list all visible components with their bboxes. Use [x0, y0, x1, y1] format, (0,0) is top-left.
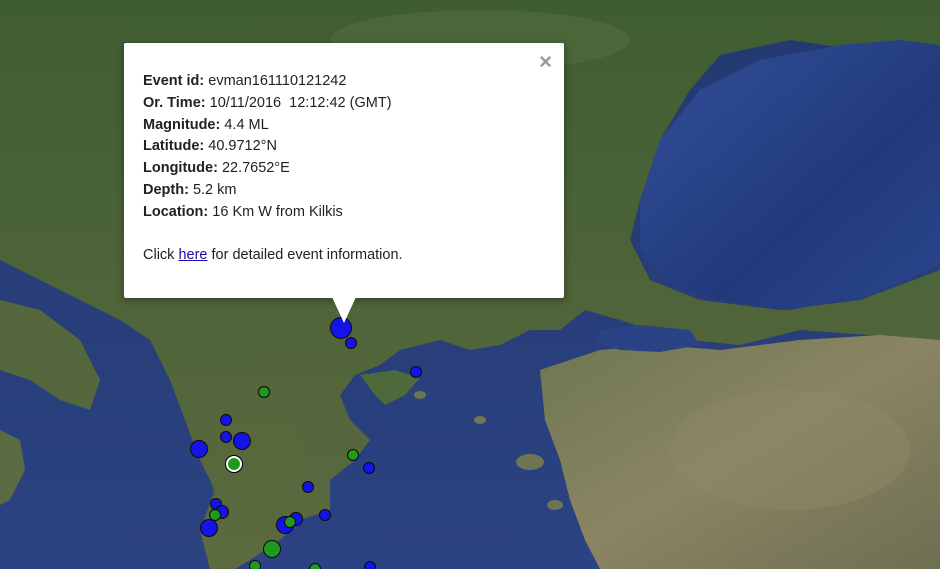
- location-row: Location: 16 Km W from Kilkis: [143, 202, 546, 224]
- earthquake-marker[interactable]: [263, 540, 281, 558]
- earthquake-marker[interactable]: [363, 462, 375, 474]
- depth-value: 5.2 km: [192, 181, 237, 198]
- origin-time-label: Or. Time:: [143, 94, 206, 111]
- latitude-value: 40.9712°N: [208, 138, 277, 155]
- location-label: Location:: [143, 203, 209, 220]
- earthquake-marker[interactable]: [410, 366, 422, 378]
- origin-time-row: Or. Time: 10/11/2016 12:12:42 (GMT): [143, 93, 546, 115]
- earthquake-marker[interactable]: [284, 516, 296, 528]
- longitude-value: 22.7652°E: [221, 160, 290, 177]
- event-id-row: Event id: evman161110121242: [143, 71, 546, 93]
- info-window-pointer: [332, 297, 356, 323]
- depth-label: Depth:: [143, 181, 189, 198]
- footer-prefix: Click: [143, 247, 179, 264]
- depth-row: Depth: 5.2 km: [143, 180, 546, 202]
- map-canvas[interactable]: × Event id: evman161110121242 Or. Time: …: [0, 0, 940, 569]
- island: [516, 454, 544, 470]
- footer-suffix: for detailed event information.: [207, 247, 403, 264]
- details-link[interactable]: here: [178, 247, 207, 263]
- details-footer: Click here for detailed event informatio…: [143, 245, 546, 267]
- event-info-window: × Event id: evman161110121242 Or. Time: …: [124, 43, 564, 323]
- earthquake-marker[interactable]: [190, 440, 208, 458]
- earthquake-marker[interactable]: [220, 414, 232, 426]
- close-icon[interactable]: ×: [539, 51, 552, 73]
- origin-time-value: 10/11/2016 12:12:42 (GMT): [209, 94, 392, 111]
- location-value: 16 Km W from Kilkis: [212, 203, 343, 220]
- longitude-label: Longitude:: [143, 160, 218, 177]
- island: [547, 500, 563, 510]
- earthquake-marker[interactable]: [220, 431, 232, 443]
- event-id-label: Event id:: [143, 73, 205, 89]
- earthquake-marker[interactable]: [226, 456, 242, 472]
- earthquake-marker[interactable]: [309, 563, 321, 569]
- earthquake-marker[interactable]: [347, 449, 359, 461]
- island: [414, 391, 426, 399]
- magnitude-label: Magnitude:: [143, 116, 221, 133]
- earthquake-marker[interactable]: [302, 481, 314, 493]
- earthquake-marker[interactable]: [319, 509, 331, 521]
- earthquake-marker[interactable]: [258, 386, 270, 398]
- longitude-row: Longitude: 22.7652°E: [143, 158, 546, 180]
- magnitude-row: Magnitude: 4.4 ML: [143, 115, 546, 137]
- earthquake-marker[interactable]: [200, 519, 218, 537]
- earthquake-marker[interactable]: [233, 432, 251, 450]
- island: [474, 416, 486, 424]
- earthquake-marker[interactable]: [345, 337, 357, 349]
- earthquake-marker[interactable]: [249, 560, 261, 569]
- latitude-label: Latitude:: [143, 138, 205, 155]
- event-id-value: evman161110121242: [208, 73, 347, 89]
- magnitude-value: 4.4 ML: [224, 116, 269, 133]
- latitude-row: Latitude: 40.9712°N: [143, 136, 546, 158]
- earthquake-marker[interactable]: [364, 561, 376, 569]
